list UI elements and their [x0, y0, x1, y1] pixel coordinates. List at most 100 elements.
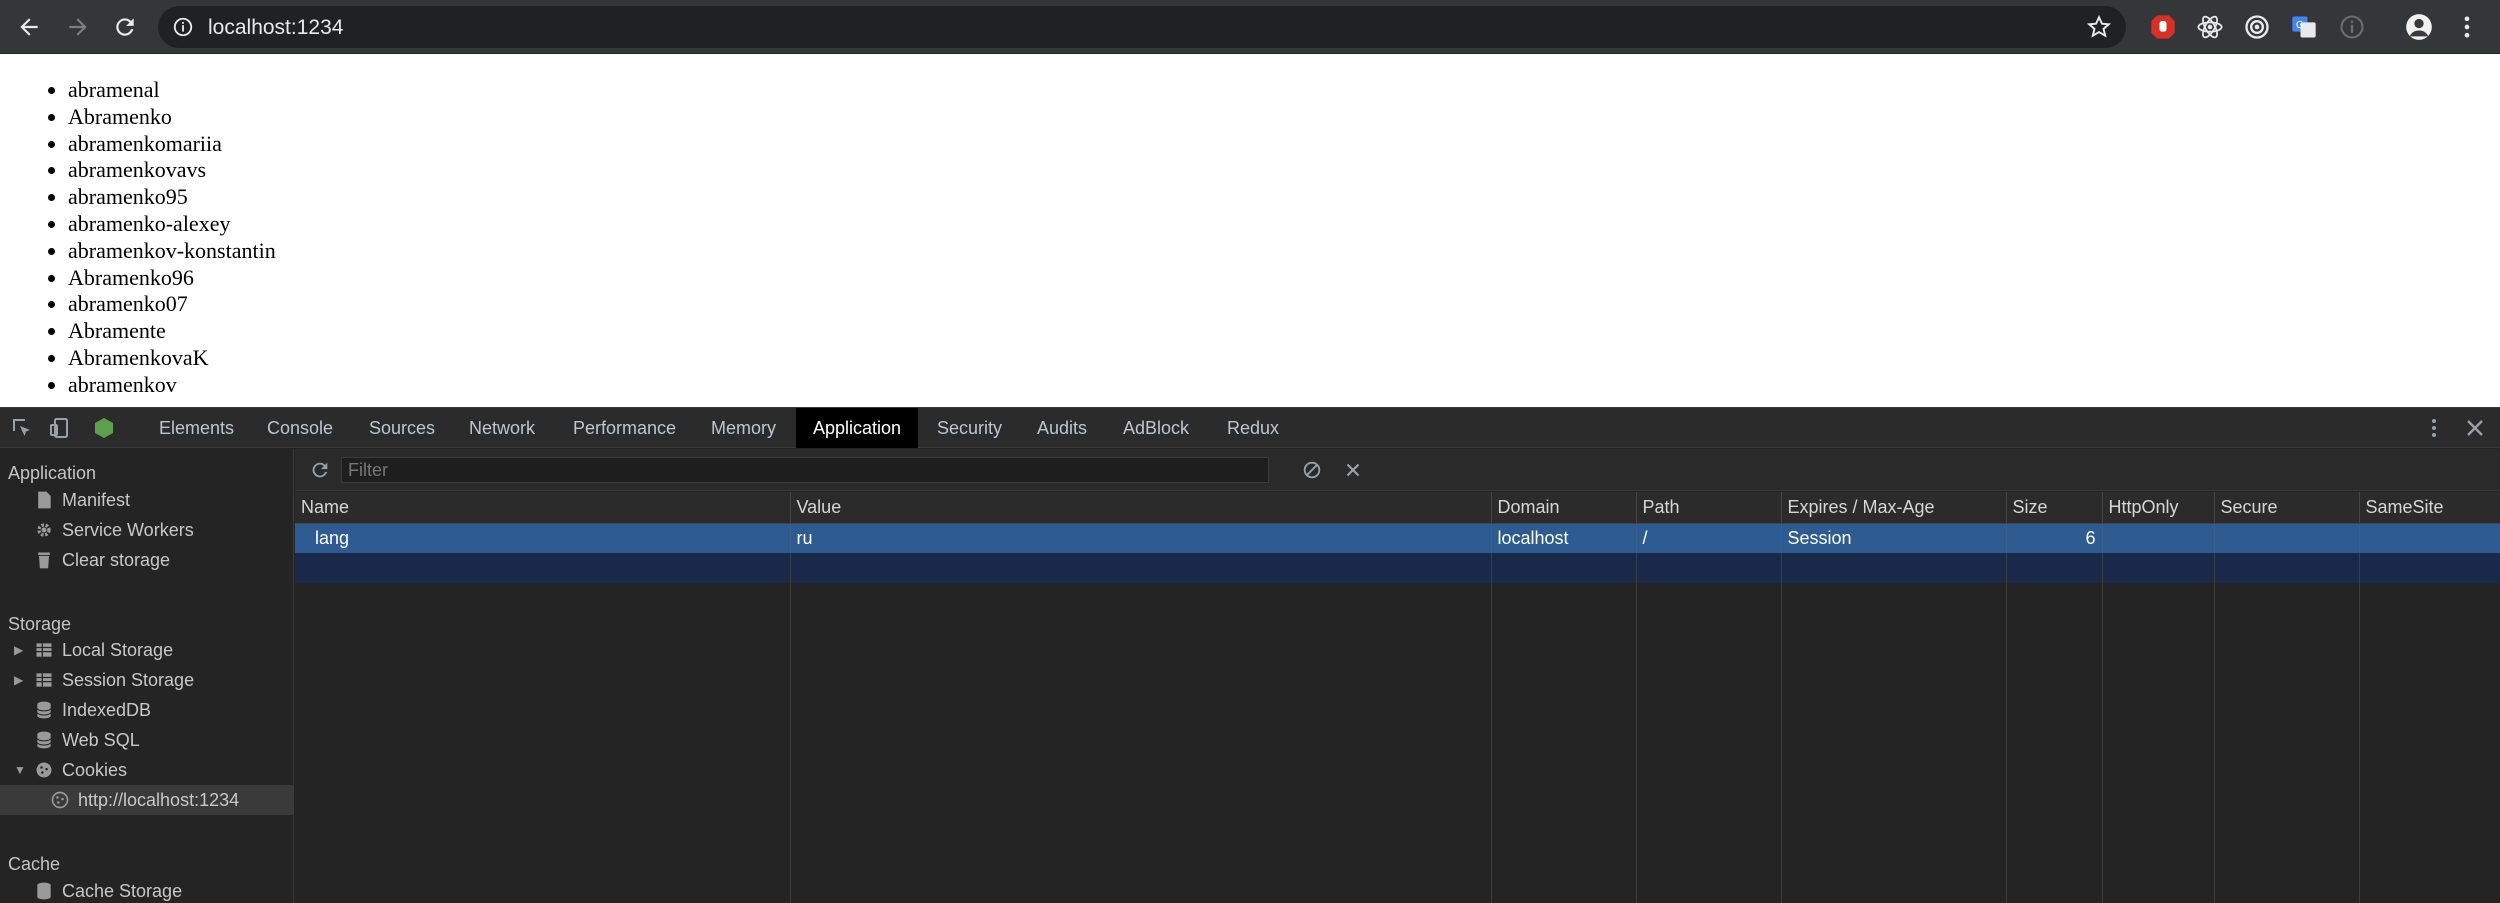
reload-icon	[116, 18, 134, 36]
tab-elements[interactable]: Elements	[142, 408, 251, 448]
target-icon	[2245, 15, 2269, 39]
forward-button[interactable]	[58, 7, 98, 47]
list-item: abramenkomariia	[68, 131, 276, 158]
clear-all-icon[interactable]	[1301, 459, 1323, 481]
cell-name[interactable]: lang	[295, 523, 791, 553]
column-gridlines	[295, 566, 2500, 903]
info-circle-icon	[2340, 15, 2364, 39]
database-icon	[36, 701, 52, 719]
sidebar-item-cache-storage[interactable]: Cache Storage	[34, 876, 182, 903]
sidebar-item-indexeddb[interactable]: IndexedDB	[34, 695, 151, 725]
list-item: abramenkov	[68, 372, 276, 399]
sidebar-item-label: IndexedDB	[62, 699, 152, 720]
column-header-expires[interactable]: Expires / Max-Age	[1781, 492, 2007, 524]
delete-selected-icon[interactable]	[1342, 459, 1364, 481]
column-header-httponly[interactable]: HttpOnly	[2102, 492, 2215, 524]
cell-expires[interactable]: Session	[1781, 523, 2007, 553]
url-text: localhost:1234	[208, 16, 344, 39]
disabled-extension-button[interactable]	[2337, 12, 2367, 42]
list-item: abramenkov-konstantin	[68, 238, 276, 265]
column-header-domain[interactable]: Domain	[1491, 492, 1637, 524]
tab-security[interactable]: Security	[920, 408, 1019, 448]
sidebar-item-label: Local Storage	[62, 639, 174, 660]
tab-audits[interactable]: Audits	[1020, 408, 1104, 448]
cell-value[interactable]: ru	[790, 523, 1492, 553]
sidebar-item-label: Service Workers	[62, 519, 194, 540]
column-divider	[2359, 566, 2360, 903]
devtools-panel: Elements Console Sources Network Perform…	[0, 407, 2500, 903]
column-divider	[1781, 566, 1782, 903]
table-row[interactable]: lang ru localhost / Session 6	[295, 523, 2500, 553]
svg-text:G: G	[2296, 20, 2303, 31]
tab-console[interactable]: Console	[250, 408, 350, 448]
expand-triangle-icon[interactable]: ▶	[14, 673, 26, 687]
column-header-size[interactable]: Size	[2006, 492, 2103, 524]
address-bar[interactable]: localhost:1234	[158, 6, 2126, 48]
list-item: abramenko-alexey	[68, 211, 276, 238]
cell-path[interactable]: /	[1636, 523, 1782, 553]
column-header-value[interactable]: Value	[790, 492, 1492, 524]
sidebar-item-label: Cookies	[62, 759, 128, 780]
column-header-secure[interactable]: Secure	[2214, 492, 2360, 524]
react-devtools-button[interactable]	[2195, 12, 2225, 42]
bookmark-star-icon[interactable]	[2086, 14, 2112, 40]
sidebar-item-local-storage[interactable]: ▶ Local Storage	[14, 635, 173, 665]
tab-memory[interactable]: Memory	[694, 408, 793, 448]
translate-extension-button[interactable]: G	[2289, 12, 2319, 42]
info-icon[interactable]	[172, 16, 194, 38]
node-hexagon-icon[interactable]	[92, 416, 116, 440]
section-header-storage: Storage	[8, 614, 72, 634]
tab-application[interactable]: Application	[796, 408, 919, 448]
list-item: Abramenko96	[68, 265, 276, 292]
column-header-name[interactable]: Name	[295, 492, 791, 524]
adblock-extension-button[interactable]	[2148, 12, 2178, 42]
document-icon	[38, 491, 51, 509]
sidebar-item-session-storage[interactable]: ▶ Session Storage	[14, 665, 194, 695]
kebab-menu-icon	[2464, 16, 2470, 38]
database-icon	[36, 731, 52, 749]
grid-table-icon	[36, 643, 52, 657]
column-divider	[2102, 566, 2103, 903]
cell-domain[interactable]: localhost	[1491, 523, 1637, 553]
column-header-samesite[interactable]: SameSite	[2359, 492, 2500, 524]
column-divider	[2214, 566, 2215, 903]
profile-avatar-button[interactable]	[2404, 12, 2434, 42]
sidebar-item-clear-storage[interactable]: Clear storage	[34, 545, 170, 575]
forward-arrow-icon	[69, 18, 87, 36]
tab-performance[interactable]: Performance	[556, 408, 693, 448]
back-button[interactable]	[9, 7, 49, 47]
sidebar-item-service-workers[interactable]: Service Workers	[34, 515, 194, 545]
column-divider	[2006, 566, 2007, 903]
translate-icon: G	[2292, 16, 2316, 38]
devtools-menu-icon[interactable]	[2422, 416, 2446, 440]
device-toolbar-icon[interactable]	[48, 416, 72, 440]
cell-secure[interactable]	[2214, 523, 2360, 553]
cell-size[interactable]: 6	[2006, 523, 2103, 553]
tab-redux[interactable]: Redux	[1210, 408, 1296, 448]
database-icon	[37, 882, 51, 900]
cookies-panel: Name Value Domain Path Expires / Max-Age…	[295, 449, 2500, 903]
sidebar-item-manifest[interactable]: Manifest	[34, 485, 130, 515]
collapse-triangle-icon[interactable]: ▼	[14, 763, 26, 777]
redux-devtools-button[interactable]	[2242, 12, 2272, 42]
cell-samesite[interactable]	[2359, 523, 2500, 553]
browser-toolbar: localhost:1234 G	[0, 0, 2500, 54]
refresh-icon[interactable]	[309, 459, 331, 481]
sidebar-item-cookies[interactable]: ▼ Cookies	[14, 755, 127, 785]
inspect-element-icon[interactable]	[10, 416, 34, 440]
expand-triangle-icon[interactable]: ▶	[14, 643, 26, 657]
filter-input[interactable]	[341, 457, 1269, 483]
tab-adblock[interactable]: AdBlock	[1106, 408, 1206, 448]
column-header-path[interactable]: Path	[1636, 492, 1782, 524]
close-devtools-icon[interactable]	[2463, 416, 2487, 440]
tab-sources[interactable]: Sources	[352, 408, 452, 448]
list-item: AbramenkovaK	[68, 345, 276, 372]
browser-menu-button[interactable]	[2452, 12, 2482, 42]
sidebar-item-label: Manifest	[62, 489, 131, 510]
sidebar-item-cookie-origin[interactable]: http://localhost:1234	[0, 785, 293, 815]
tab-network[interactable]: Network	[452, 408, 552, 448]
cell-httponly[interactable]	[2102, 523, 2215, 553]
sidebar-item-web-sql[interactable]: Web SQL	[34, 725, 140, 755]
section-header-application: Application	[8, 463, 97, 483]
reload-button[interactable]	[105, 7, 145, 47]
